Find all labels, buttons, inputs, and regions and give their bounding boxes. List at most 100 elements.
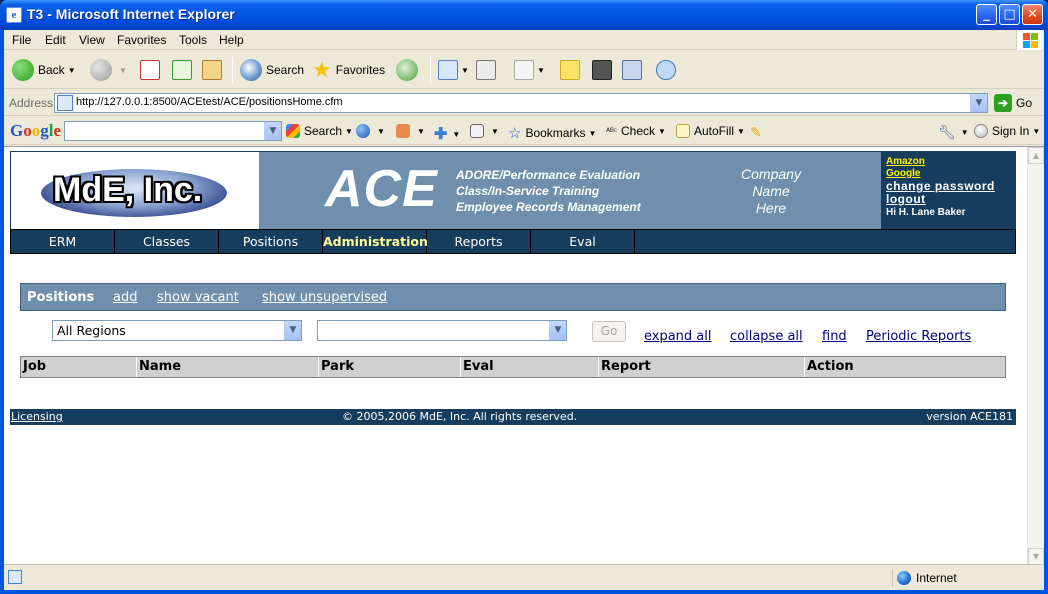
google-search-input[interactable]: ▼ (64, 121, 282, 141)
sign-in-button[interactable]: Sign In ▼ (974, 124, 1040, 138)
page-status-icon (8, 570, 22, 584)
nav-eval[interactable]: Eval (531, 230, 635, 253)
nav-erm[interactable]: ERM (11, 230, 115, 253)
licensing-link[interactable]: Licensing (11, 409, 63, 425)
favorites-button[interactable]: ★ Favorites (312, 57, 385, 83)
menu-favorites[interactable]: Favorites (117, 33, 166, 47)
highlight-button[interactable]: ✎ (750, 124, 762, 141)
messenger-button[interactable] (656, 57, 676, 83)
collapse-all-link[interactable]: collapse all (730, 329, 803, 344)
edit-button[interactable]: ▼ (514, 57, 545, 83)
menu-help[interactable]: Help (219, 33, 244, 47)
discuss-button[interactable] (560, 57, 580, 83)
google-search-button[interactable]: Search ▼ (286, 124, 353, 138)
globe-icon (356, 124, 370, 138)
show-unsupervised-link[interactable]: show unsupervised (262, 290, 387, 305)
region-dropdown-icon[interactable]: ▼ (284, 321, 301, 340)
abc-check-icon: ᴬᴮᶜ (606, 126, 617, 136)
stop-button[interactable] (140, 57, 160, 83)
browser-client: File Edit View Favorites Tools Help Back… (4, 30, 1044, 590)
scroll-down-icon[interactable]: ▼ (1028, 548, 1044, 565)
go-button[interactable]: ➔ Go (994, 93, 1032, 113)
nav-administration[interactable]: Administration (323, 230, 428, 253)
address-dropdown-icon[interactable]: ▼ (970, 94, 987, 112)
menu-edit[interactable]: Edit (45, 33, 66, 47)
find-link[interactable]: find (822, 329, 847, 344)
mail-icon (438, 60, 458, 80)
company-name: Company Name Here (741, 166, 801, 216)
ie-page-icon: e (6, 7, 22, 23)
popup-blocker-icon (396, 124, 410, 138)
google-search-dropdown-icon[interactable]: ▼ (264, 122, 281, 140)
maximize-button[interactable]: □ (999, 4, 1020, 25)
address-url: http://127.0.0.1:8500/ACEtest/ACE/positi… (76, 96, 343, 108)
close-button[interactable]: ✕ (1022, 4, 1043, 25)
menu-view[interactable]: View (79, 33, 105, 47)
page-footer: Licensing © 2005,2006 MdE, Inc. All righ… (10, 409, 1016, 425)
google-options-button[interactable]: ▼ (470, 124, 499, 138)
col-action: Action (807, 359, 854, 374)
star-icon: ★ (312, 57, 332, 82)
google-popup-button[interactable]: ▼ (396, 124, 425, 138)
word-icon (514, 60, 534, 80)
secondary-dropdown-icon[interactable]: ▼ (549, 321, 566, 340)
col-eval: Eval (461, 357, 599, 377)
forward-button[interactable]: ▼ (90, 57, 127, 83)
address-input[interactable]: http://127.0.0.1:8500/ACEtest/ACE/positi… (54, 93, 988, 113)
print-button[interactable] (476, 57, 496, 83)
nav-reports[interactable]: Reports (427, 230, 531, 253)
google-toolbar: Google ▼ Search ▼ ▼ ▼ ✚ ▼ ▼ ☆ Bookmarks … (4, 117, 1044, 145)
google-plus-button[interactable]: ✚ ▼ (434, 124, 460, 144)
col-job: Job (21, 357, 137, 377)
security-zone: Internet (897, 571, 957, 585)
address-bar: Address http://127.0.0.1:8500/ACEtest/AC… (4, 90, 1044, 116)
col-report: Report (599, 357, 805, 377)
bookmarks-button[interactable]: ☆ Bookmarks ▼ (508, 124, 596, 142)
mail-button[interactable]: ▼ (438, 57, 469, 83)
research-button[interactable] (622, 57, 642, 83)
search-icon (240, 59, 262, 81)
app-title: ACE (325, 160, 438, 218)
back-arrow-icon (12, 59, 34, 81)
autofill-button[interactable]: AutoFill ▼ (676, 124, 745, 138)
stop-icon (140, 60, 160, 80)
minimize-button[interactable]: _ (976, 4, 997, 25)
page-viewport: MdE, Inc. ACE ADORE/Performance Evaluati… (4, 146, 1044, 565)
expand-all-link[interactable]: expand all (644, 329, 712, 344)
google-logo: Google (10, 121, 62, 140)
home-button[interactable] (202, 57, 222, 83)
printer-icon (476, 60, 496, 80)
add-link[interactable]: add (113, 290, 137, 305)
menu-tools[interactable]: Tools (179, 33, 207, 47)
logout-link[interactable]: logout (886, 193, 1015, 206)
refresh-button[interactable] (172, 57, 192, 83)
col-park: Park (319, 357, 461, 377)
k-button[interactable] (592, 57, 612, 83)
address-label: Address (9, 96, 54, 110)
wrench-icon: 🔧︎ (938, 124, 956, 140)
periodic-reports-link[interactable]: Periodic Reports (866, 329, 971, 344)
subtitle-training: Class/In-Service Training (456, 184, 600, 198)
menu-file[interactable]: File (12, 33, 31, 47)
globe-icon (897, 571, 911, 585)
research-icon (622, 60, 642, 80)
spellcheck-button[interactable]: ᴬᴮᶜ Check ▼ (606, 124, 666, 138)
vertical-scrollbar[interactable]: ▲ ▼ (1027, 147, 1044, 565)
search-button[interactable]: Search (240, 57, 304, 83)
show-vacant-link[interactable]: show vacant (157, 290, 239, 305)
region-select[interactable]: All Regions ▼ (52, 320, 302, 341)
nav-positions[interactable]: Positions (219, 230, 323, 253)
scroll-up-icon[interactable]: ▲ (1028, 147, 1044, 164)
menu-bar: File Edit View Favorites Tools Help (4, 30, 1044, 50)
subtitle-adore: ADORE/Performance Evaluation (456, 168, 641, 182)
amazon-link[interactable]: Amazon (886, 156, 1015, 168)
settings-button[interactable]: 🔧︎ ▼ (938, 124, 969, 141)
version-text: version ACE181 (926, 410, 1013, 423)
secondary-select[interactable]: ▼ (317, 320, 567, 341)
back-button[interactable]: Back ▼ (12, 57, 76, 83)
history-button[interactable] (396, 57, 422, 83)
user-icon (974, 124, 988, 138)
go-filter-button[interactable]: Go (592, 321, 626, 342)
nav-classes[interactable]: Classes (115, 230, 219, 253)
google-news-button[interactable]: ▼ (356, 124, 385, 138)
